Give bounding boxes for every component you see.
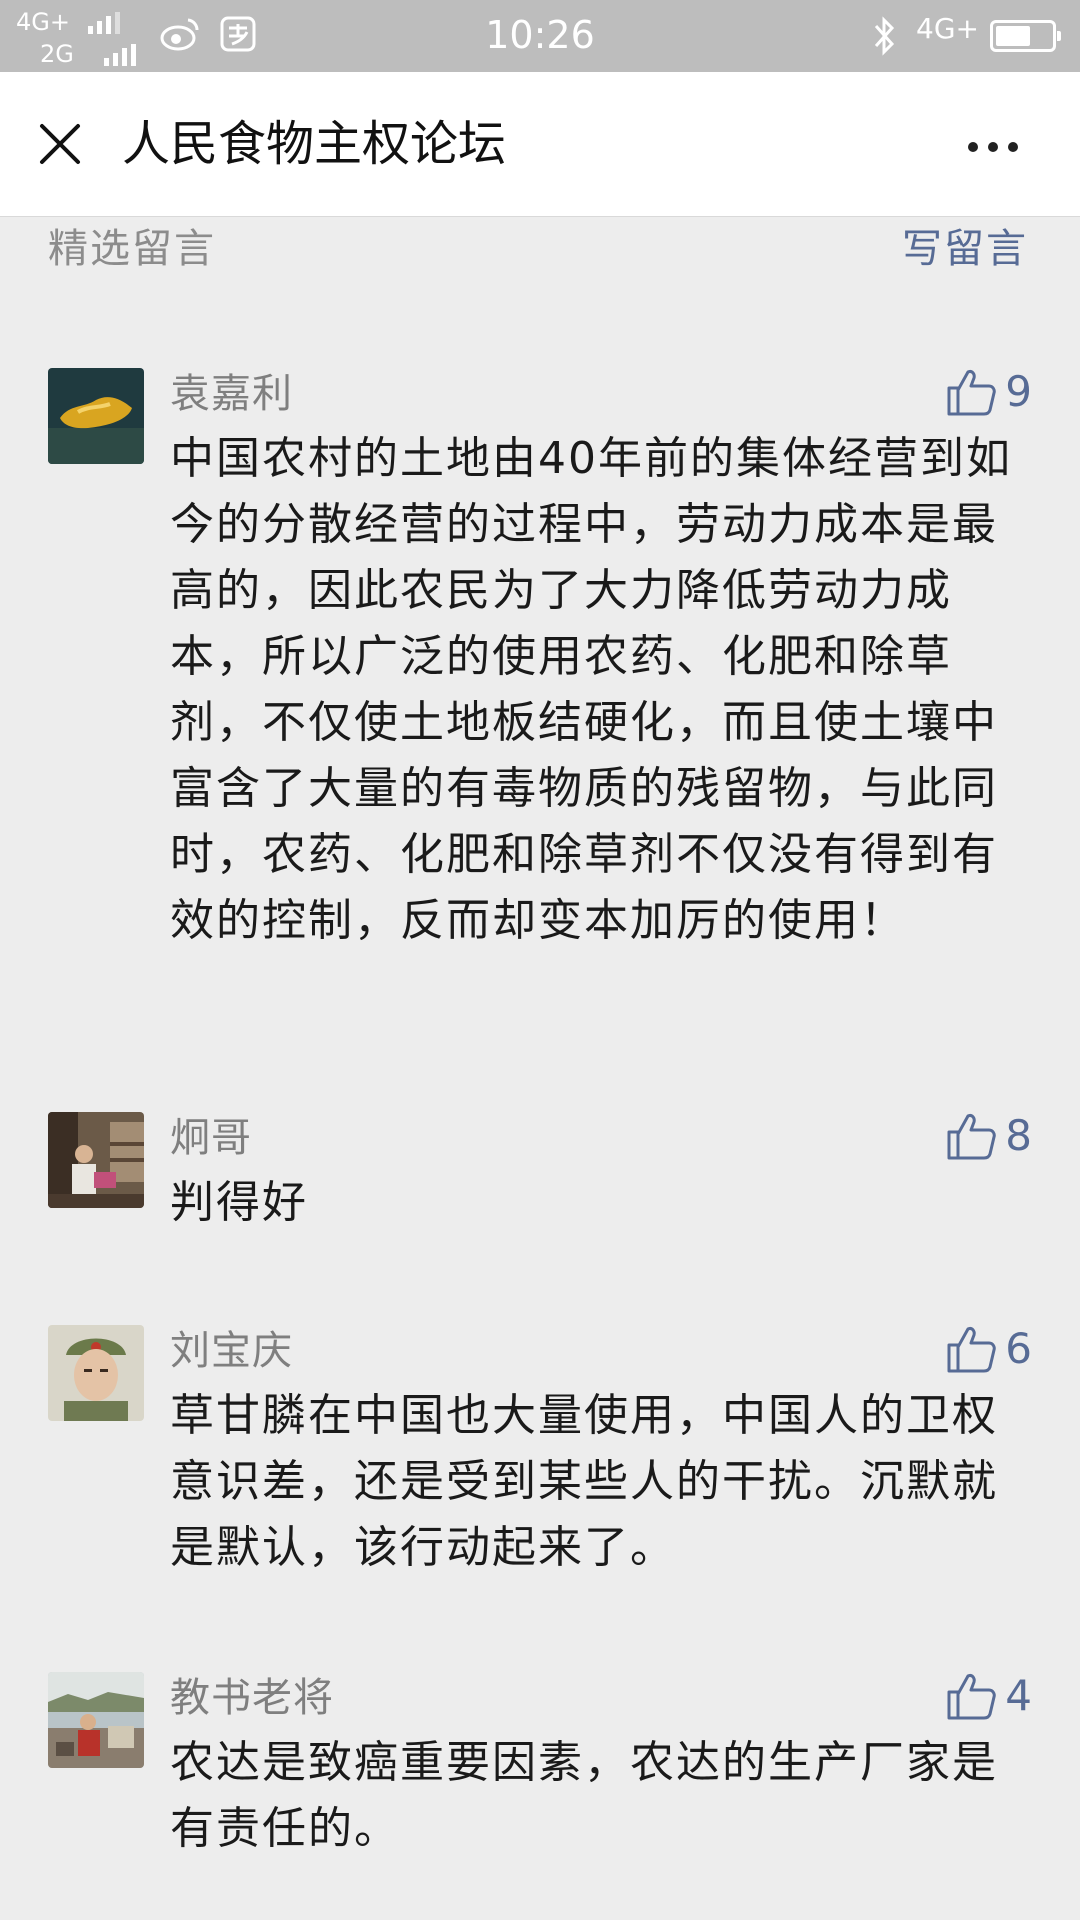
status-bar: 4G+ 2G 10:26 4G+ — [0, 0, 1080, 72]
page-title: 人民食物主权论坛 — [122, 116, 507, 172]
commenter-name: 教书老将 — [170, 1675, 334, 1721]
signal-bars-icon — [88, 12, 120, 34]
comment-text: 判得好 — [170, 1177, 308, 1228]
comment-text: 中国农村的土地由40年前的集体经营到如今的分散经营的过程中，劳动力成本是最高的，… — [170, 433, 1012, 946]
comment-text: 草甘膦在中国也大量使用，中国人的卫权意识差，还是受到某些人的干扰。沉默就是默认，… — [170, 1390, 998, 1573]
more-icon[interactable] — [968, 142, 1018, 152]
avatar[interactable] — [48, 1325, 144, 1421]
avatar[interactable] — [48, 1672, 144, 1768]
like-button[interactable]: 4 — [945, 1666, 1032, 1726]
like-count: 4 — [1005, 1671, 1032, 1720]
thumbs-up-icon — [947, 1327, 997, 1373]
network-type-right: 4G+ — [916, 12, 979, 45]
thumbs-up-icon — [947, 1674, 997, 1720]
network-type-top: 4G+ — [16, 8, 70, 36]
commenter-name: 袁嘉利 — [170, 371, 293, 417]
comment-text: 农达是致癌重要因素，农达的生产厂家是有责任的。 — [170, 1737, 998, 1854]
like-button[interactable]: 6 — [945, 1319, 1032, 1379]
avatar[interactable] — [48, 1112, 144, 1208]
battery-icon — [990, 20, 1061, 52]
like-button[interactable]: 9 — [945, 362, 1032, 422]
featured-comments-title: 精选留言 — [48, 226, 216, 272]
weibo-icon — [160, 18, 199, 51]
thumbs-up-icon — [947, 1114, 997, 1160]
signal-indicators: 4G+ 2G — [16, 6, 136, 68]
clock: 10:26 — [485, 13, 595, 57]
nav-bar: 人民食物主权论坛 — [0, 72, 1080, 217]
alipay-icon — [220, 16, 256, 52]
signal-bars-icon — [104, 44, 136, 66]
like-count: 6 — [1005, 1324, 1032, 1373]
like-count: 9 — [1005, 367, 1032, 416]
thumbs-up-icon — [947, 370, 997, 416]
bluetooth-icon — [874, 16, 895, 56]
write-comment-link[interactable]: 写留言 — [902, 225, 1028, 273]
like-count: 8 — [1005, 1111, 1032, 1160]
close-icon[interactable] — [36, 120, 84, 168]
like-button[interactable]: 8 — [945, 1106, 1032, 1166]
commenter-name: 刘宝庆 — [170, 1328, 293, 1374]
commenter-name: 炯哥 — [170, 1115, 252, 1161]
network-type-bottom: 2G — [40, 40, 74, 68]
avatar[interactable] — [48, 368, 144, 464]
